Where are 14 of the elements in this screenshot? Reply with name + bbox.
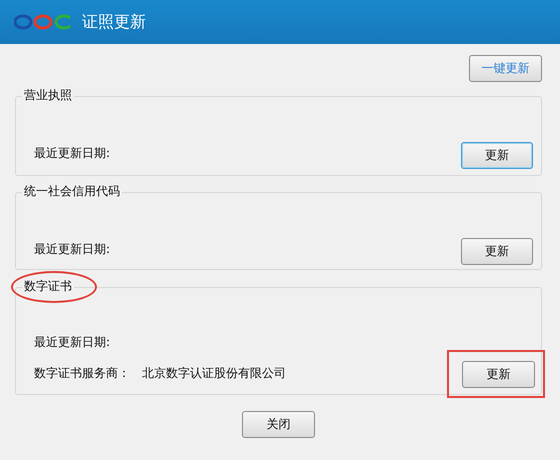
field-value: 北京数字认证股份有限公司 — [142, 365, 286, 382]
window-title: 证照更新 — [82, 12, 146, 32]
update-button[interactable]: 更新 — [462, 361, 535, 388]
logo-icon — [14, 14, 72, 30]
group-title: 营业执照 — [22, 87, 74, 103]
field-label: 最近更新日期: — [34, 145, 110, 162]
group-title: 统一社会信用代码 — [22, 183, 122, 199]
field-label: 数字证书服务商： — [34, 365, 130, 382]
close-button[interactable]: 关闭 — [242, 411, 315, 438]
field-label: 最近更新日期: — [34, 241, 110, 258]
group-title: 数字证书 — [22, 278, 74, 294]
update-button[interactable]: 更新 — [461, 238, 533, 265]
field-label: 最近更新日期: — [34, 334, 110, 351]
update-button[interactable]: 更新 — [461, 142, 533, 169]
